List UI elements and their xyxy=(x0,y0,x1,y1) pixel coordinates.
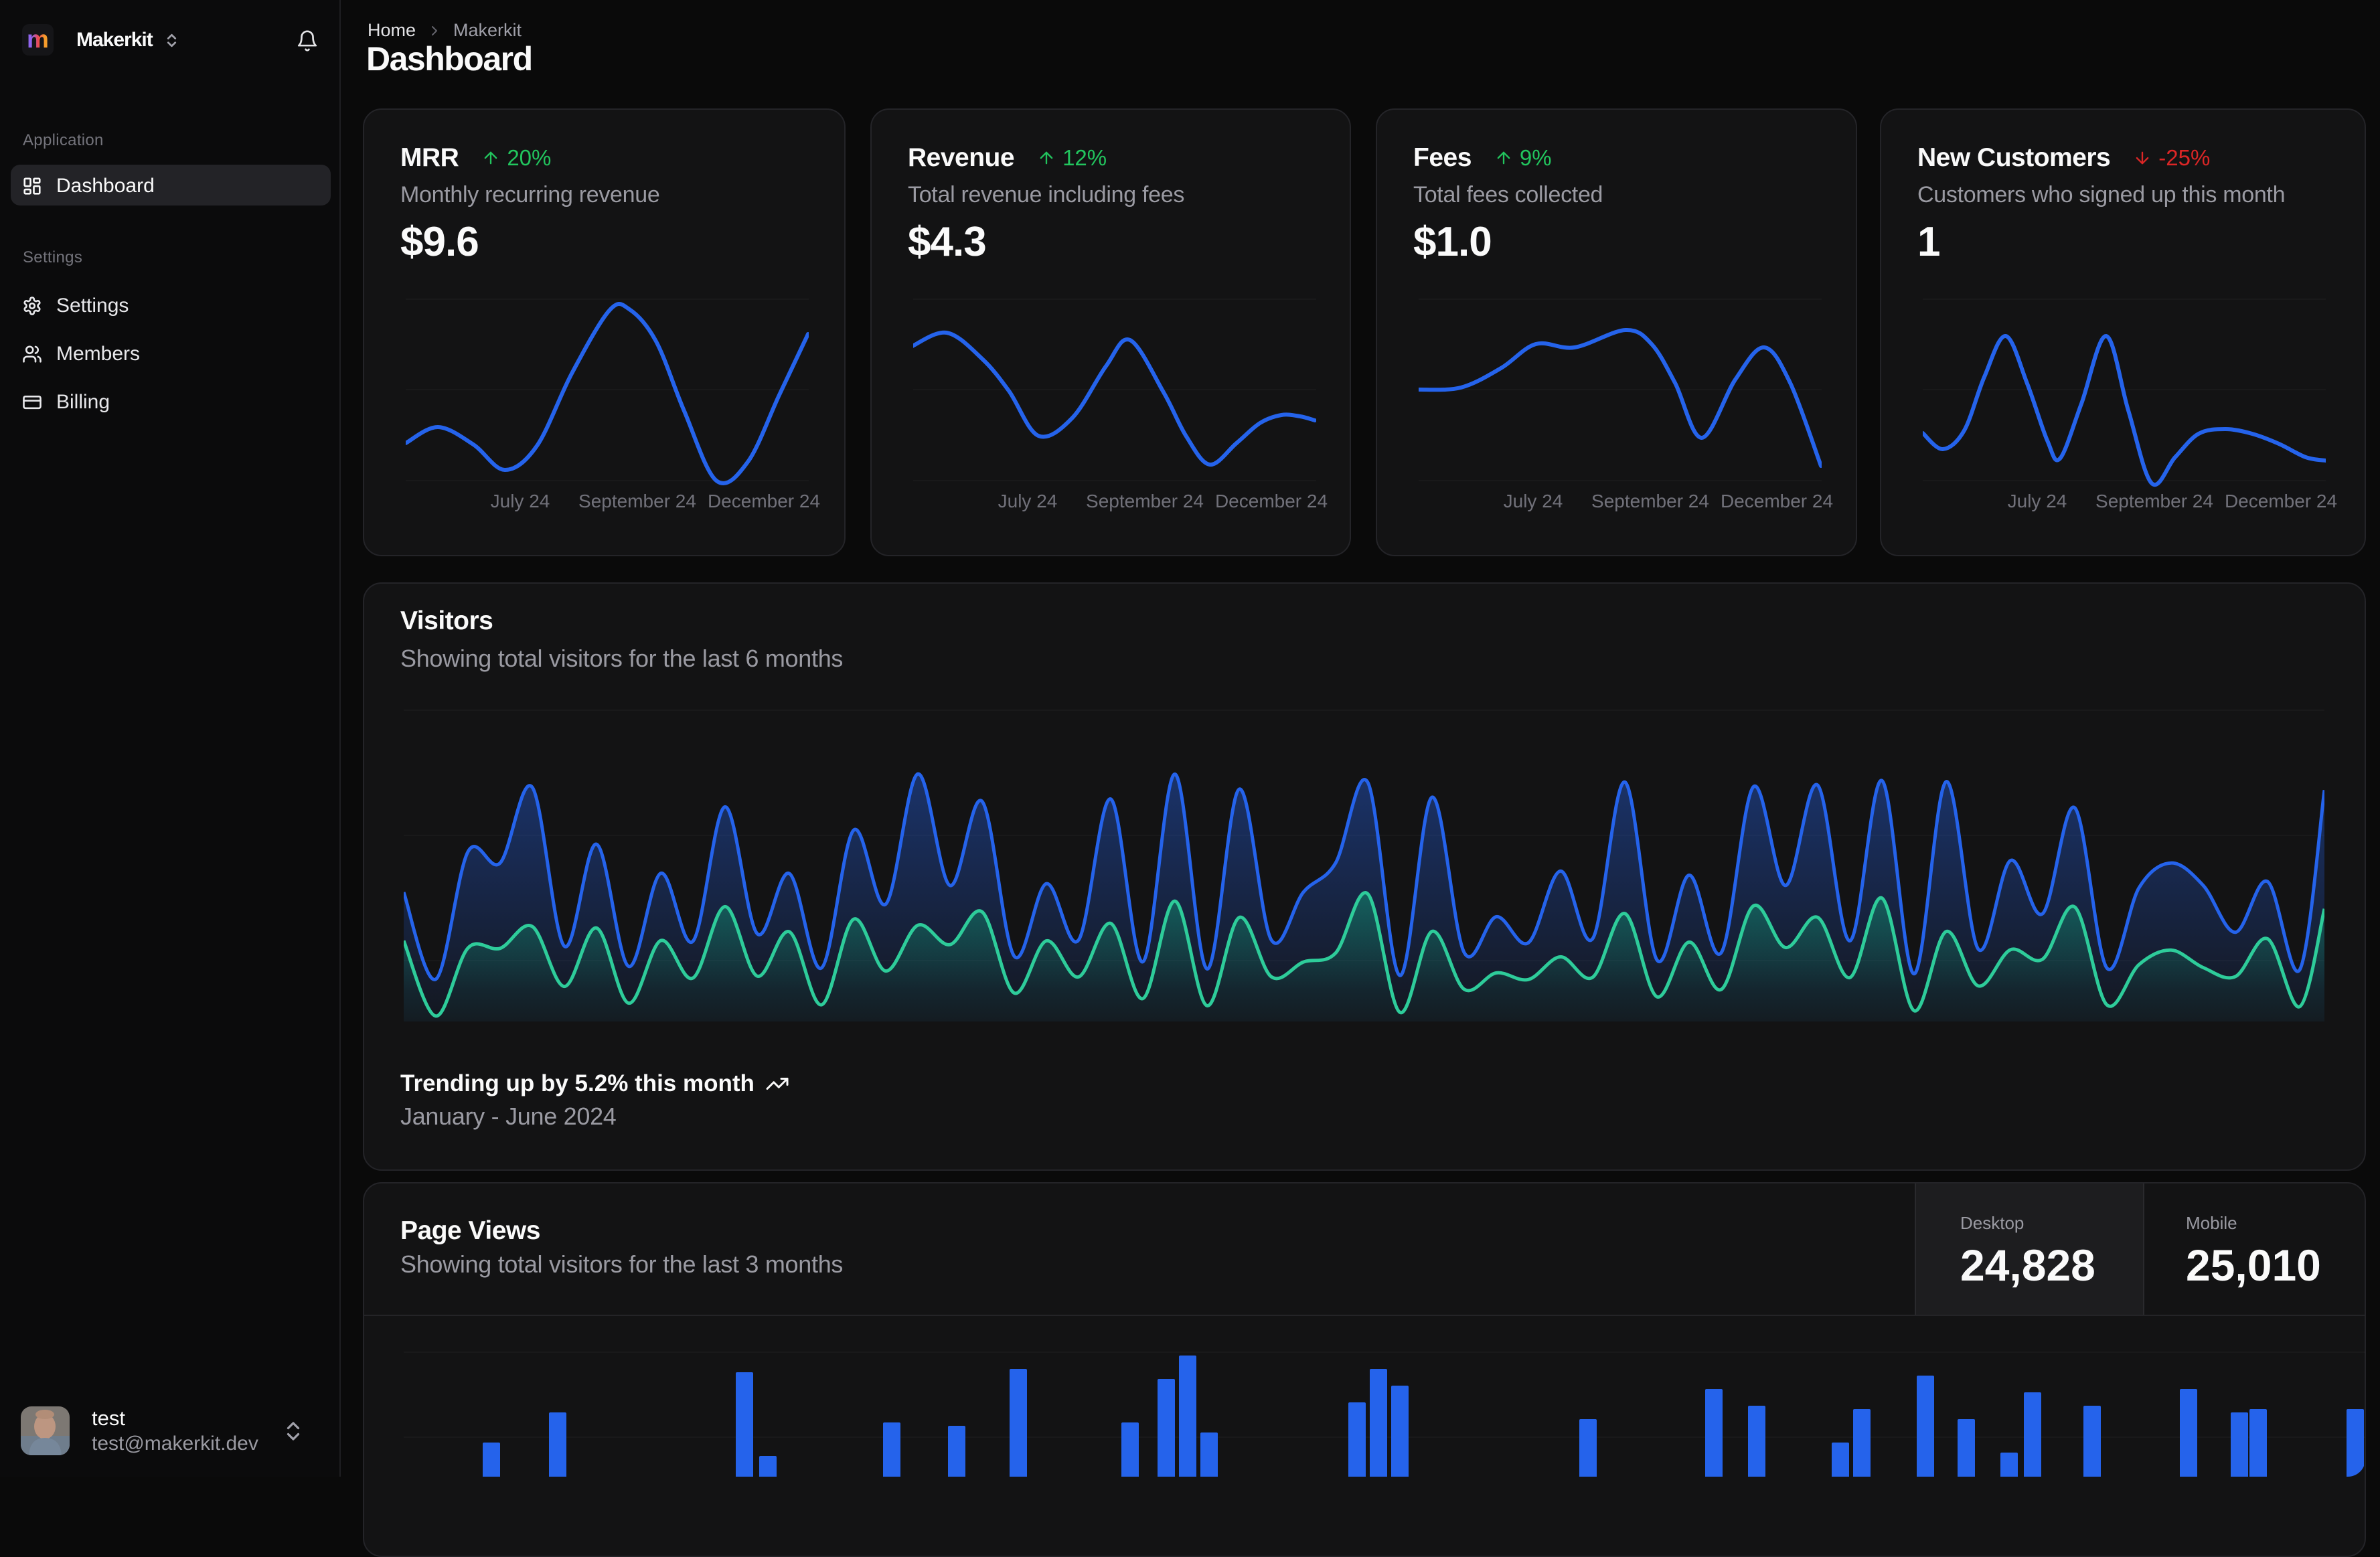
svg-text:m: m xyxy=(27,25,49,53)
